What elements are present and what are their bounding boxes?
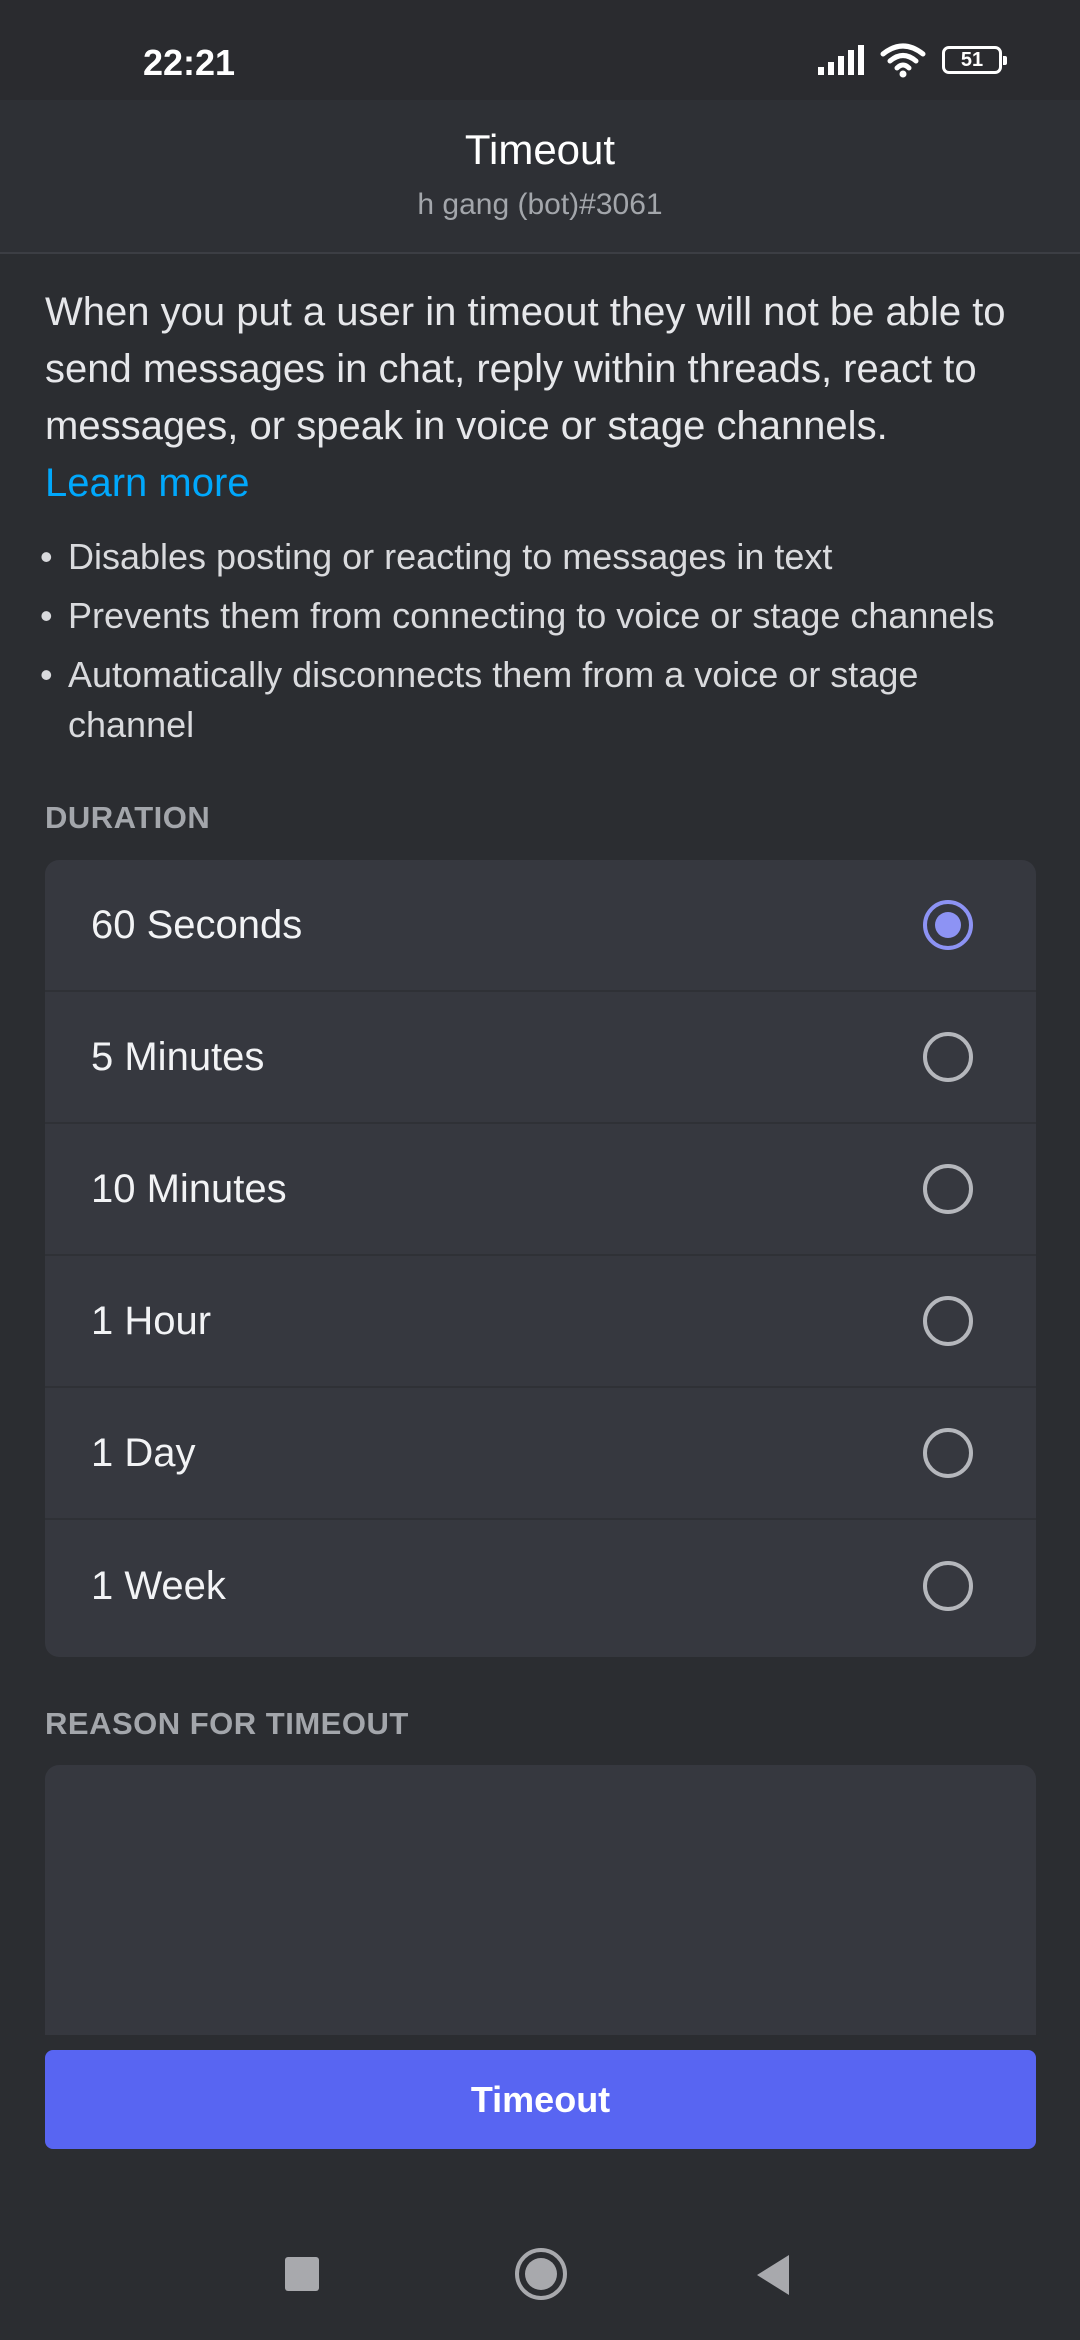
modal-header: Timeout h gang (bot)#3061 [0,100,1080,254]
signal-icon [818,45,864,75]
timeout-description: When you put a user in timeout they will… [45,284,1035,512]
list-item: Prevents them from connecting to voice o… [40,591,1040,641]
list-item: Disables posting or reacting to messages… [40,532,1040,582]
radio-unselected-icon[interactable] [923,1428,973,1478]
duration-option-1-day[interactable]: 1 Day [45,1388,1036,1520]
home-icon[interactable] [515,2248,567,2300]
duration-option-10-minutes[interactable]: 10 Minutes [45,1124,1036,1256]
battery-icon: 51 [942,46,1007,74]
status-bar: 22:21 51 [0,0,1080,100]
list-item: Automatically disconnects them from a vo… [40,650,1040,750]
duration-option-60-seconds[interactable]: 60 Seconds [45,860,1036,992]
timeout-button[interactable]: Timeout [45,2050,1036,2149]
reason-input[interactable] [45,1765,1036,2035]
duration-section-label: DURATION [45,800,211,835]
radio-unselected-icon[interactable] [923,1561,973,1611]
option-label: 60 Seconds [91,902,303,947]
radio-unselected-icon[interactable] [923,1296,973,1346]
radio-unselected-icon[interactable] [923,1032,973,1082]
description-text: When you put a user in timeout they will… [45,290,1006,448]
reason-section-label: REASON FOR TIMEOUT [45,1706,409,1741]
page-title: Timeout [464,126,616,173]
status-time: 22:21 [143,42,236,83]
duration-options: 60 Seconds 5 Minutes 10 Minutes 1 Hour 1… [45,860,1036,1657]
timeout-effects-list: Disables posting or reacting to messages… [40,532,1040,759]
battery-level: 51 [960,48,984,71]
radio-selected-icon[interactable] [923,900,973,950]
option-label: 5 Minutes [91,1034,265,1079]
radio-unselected-icon[interactable] [923,1164,973,1214]
duration-option-1-hour[interactable]: 1 Hour [45,1256,1036,1388]
duration-option-1-week[interactable]: 1 Week [45,1520,1036,1652]
option-label: 1 Hour [91,1298,212,1343]
status-icons: 51 [818,40,1007,80]
option-label: 1 Day [91,1430,196,1475]
system-nav-bar [0,2200,1080,2340]
back-icon[interactable] [757,2255,789,2295]
duration-option-5-minutes[interactable]: 5 Minutes [45,992,1036,1124]
recent-apps-icon[interactable] [285,2257,319,2291]
learn-more-link[interactable]: Learn more [45,455,1035,512]
target-username: h gang (bot)#3061 [417,188,663,221]
wifi-icon [880,43,926,78]
option-label: 1 Week [91,1563,226,1608]
option-label: 10 Minutes [91,1166,287,1211]
